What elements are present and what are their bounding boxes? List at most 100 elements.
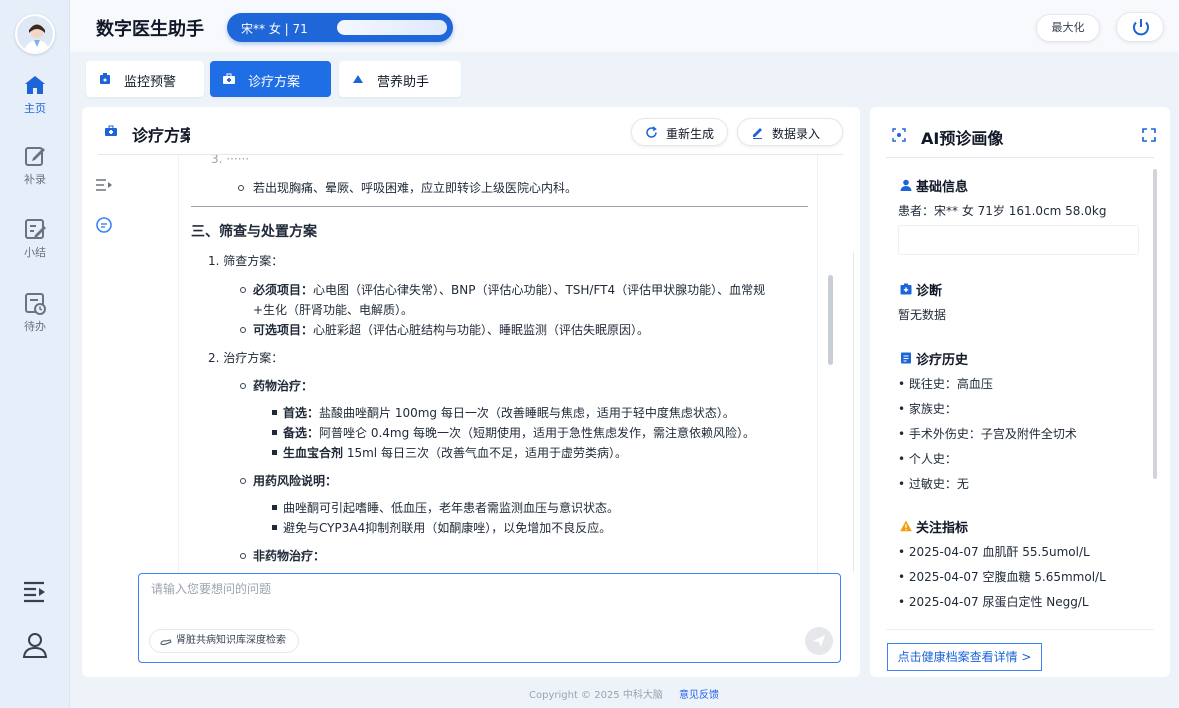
history-item: • 手术外伤史：子宫及附件全切术: [898, 427, 1077, 441]
monitor-icon: [98, 72, 112, 86]
person-icon: [900, 179, 912, 191]
plan-document: 3. ······ 若出现胸痛、晕厥、呼吸困难，应立即转诊上级医院心内科。 三、…: [178, 155, 818, 573]
section-heading: 诊疗历史: [916, 353, 969, 368]
bullet: [272, 430, 277, 435]
expand-icon[interactable]: [1142, 128, 1156, 142]
fade: [886, 615, 1154, 629]
collapse-menu-icon[interactable]: [20, 576, 50, 606]
button-label: 重新生成: [666, 127, 715, 141]
bullet: [272, 505, 277, 510]
list-item-cont: +生化（肝肾功能、电解质）。: [253, 303, 414, 317]
app-title: 数字医生助手: [96, 19, 204, 40]
bullet: [240, 553, 246, 559]
nav-item-home[interactable]: 主页: [0, 72, 70, 116]
chat-icon[interactable]: [94, 215, 114, 235]
left-rail: 主页 补录 小结 待办: [0, 0, 70, 708]
history-item: • 家族史：: [898, 402, 957, 416]
nav-item-summary[interactable]: 小结: [0, 216, 70, 260]
send-button[interactable]: [805, 627, 833, 655]
divider: [886, 157, 1154, 158]
bullet: [272, 525, 277, 530]
list-item: 若出现胸痛、晕厥、呼吸困难，应立即转诊上级医院心内科。: [253, 181, 578, 195]
power-icon: [1133, 19, 1149, 36]
feedback-link[interactable]: 意见反馈: [679, 686, 719, 701]
doc-scrollbar[interactable]: [828, 275, 833, 365]
avatar[interactable]: [15, 14, 55, 54]
kit-icon: [104, 124, 118, 138]
knowledge-search-chip[interactable]: 肾脏共病知识库深度检索: [149, 629, 299, 653]
list-item: 药物治疗：: [253, 379, 314, 393]
power-button[interactable]: [1116, 12, 1164, 42]
nav-item-todo[interactable]: 待办: [0, 290, 70, 334]
side-tools: [94, 177, 114, 235]
redacted-field: [337, 20, 447, 35]
nav-label: 小结: [24, 246, 46, 259]
health-record-link[interactable]: 点击健康档案查看详情 >: [887, 643, 1042, 671]
list-item: 首选：盐酸曲唑酮片 100mg 每日一次（改善睡眠与焦虑，适用于轻中度焦虑状态）…: [283, 406, 735, 420]
ai-profile-panel: AI预诊画像 基础信息 患者：宋** 女 71岁 161.0cm 58.0kg …: [870, 107, 1170, 677]
kit-icon: [222, 72, 236, 86]
list-item: 避免与CYP3A4抑制剂联用（如酮康唑），以免增加不良反应。: [283, 521, 612, 535]
list-item: 生血宝合剂 15ml 每日三次（改善气血不足，适用于虚劳类病）。: [283, 446, 627, 460]
nutrition-icon: [351, 72, 365, 86]
todo-icon: [22, 290, 48, 316]
section-heading: 基础信息: [916, 180, 969, 195]
bullet: [238, 185, 244, 191]
hr: [191, 206, 808, 207]
diagnosis-icon: [900, 283, 912, 295]
patient-selector[interactable]: 宋** 女 | 71: [227, 13, 453, 42]
question-input[interactable]: 请输入您要想问的问题 肾脏共病知识库深度检索: [138, 573, 841, 663]
diagnosis-value: 暂无数据: [898, 308, 947, 322]
bullet: [240, 383, 246, 389]
input-placeholder: 请输入您要想问的问题: [151, 582, 272, 596]
edit-icon: [22, 143, 48, 169]
outline-icon[interactable]: [94, 177, 114, 193]
section-heading: 关注指标: [916, 521, 969, 536]
regenerate-button[interactable]: 重新生成: [631, 118, 728, 146]
divider: [886, 629, 1154, 630]
basic-info: 患者：宋** 女 71岁 161.0cm 58.0kg: [898, 204, 1107, 218]
pen-icon: [751, 126, 764, 139]
user-icon[interactable]: [20, 630, 50, 660]
bullet: [240, 478, 246, 484]
list-item: 曲唑酮可引起嗜睡、低血压，老年患者需监测血压与意识状态。: [283, 501, 620, 515]
bullet: [272, 410, 277, 415]
panel-scroll-track: [853, 252, 854, 572]
bullet: [272, 450, 277, 455]
scan-icon: [892, 128, 906, 142]
send-icon: [813, 635, 825, 647]
refresh-icon: [645, 126, 658, 139]
bullet: [240, 327, 246, 333]
list-item: 非药物治疗：: [253, 549, 326, 563]
warning-icon: [900, 520, 912, 532]
history-item: • 过敏史：无: [898, 477, 969, 491]
nav-item-supplement[interactable]: 补录: [0, 143, 70, 187]
button-label: 数据录入: [772, 127, 821, 141]
nav-label: 主页: [24, 102, 46, 115]
profile-scrollbar[interactable]: [1153, 169, 1157, 479]
tab-monitor[interactable]: 监控预警: [86, 61, 204, 97]
list-item: 用药风险说明：: [253, 474, 338, 488]
tab-nutrition[interactable]: 营养助手: [339, 61, 461, 97]
history-item: • 个人史：: [898, 452, 957, 466]
indicator-item: • 2025-04-07 空腹血糖 5.65mmol/L: [898, 570, 1106, 584]
bullet: [240, 287, 246, 293]
history-item: • 既往史：高血压: [898, 377, 993, 391]
nav-label: 待办: [24, 320, 46, 333]
basic-info-field[interactable]: [898, 225, 1139, 255]
list-item: 可选项目：心脏彩超（评估心脏结构与功能）、睡眠监测（评估失眠原因）。: [253, 323, 650, 337]
list-item: 必须项目：心电图（评估心律失常）、BNP（评估心功能）、TSH/FT4（评估甲状…: [253, 283, 766, 297]
section-heading: 三、筛查与处置方案: [191, 224, 317, 240]
history-icon: [900, 352, 912, 364]
tab-treatment[interactable]: 诊疗方案: [210, 61, 331, 97]
indicator-item: • 2025-04-07 尿蛋白定性 Negg/L: [898, 595, 1089, 609]
data-entry-button[interactable]: 数据录入: [737, 118, 843, 146]
cut-heading: 3. ······: [211, 155, 250, 166]
maximize-button[interactable]: 最大化: [1036, 14, 1100, 42]
section-heading: 诊断: [916, 284, 943, 299]
copyright: Copyright © 2025 中科大脑: [529, 690, 663, 701]
home-icon: [22, 72, 48, 98]
panel-title: 诊疗方案: [132, 126, 190, 145]
subheading: 1. 筛查方案：: [208, 254, 284, 268]
panel-title: AI预诊画像: [921, 129, 1004, 148]
